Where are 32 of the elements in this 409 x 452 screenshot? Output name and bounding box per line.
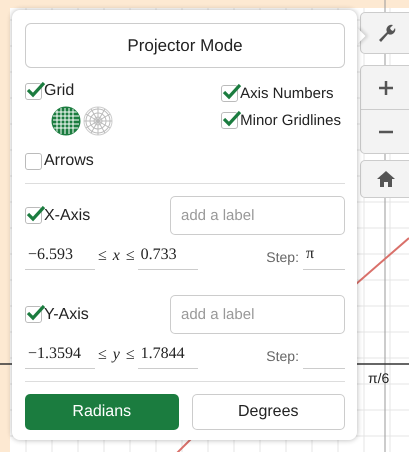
step-label: Step: (265, 348, 300, 366)
step-field[interactable]: π (303, 245, 345, 270)
symbol: ≤ (97, 247, 108, 266)
checkbox-label: Y-Axis (44, 306, 89, 324)
projector-mode-button[interactable]: Projector Mode (25, 23, 345, 68)
symbol: ≤ (124, 247, 136, 266)
checkbox[interactable] (221, 112, 238, 129)
checkbox-label: Arrows (44, 152, 94, 170)
home-icon[interactable] (376, 171, 394, 187)
checkbox[interactable] (25, 152, 42, 170)
checkbox[interactable] (221, 85, 238, 102)
checkbox-label: Axis Numbers (240, 85, 334, 102)
unit-button[interactable]: Degrees (192, 394, 345, 430)
zoom-out-icon[interactable] (378, 130, 392, 134)
symbol: ≤ (97, 346, 108, 365)
label-field[interactable]: add a label (170, 196, 345, 235)
variable: y (110, 346, 121, 365)
zoom-in-icon[interactable] (378, 80, 392, 94)
checkbox-label: Minor Gridlines (240, 112, 341, 129)
min-field[interactable]: −1.3594 (25, 345, 95, 369)
checkbox-label: Grid (44, 82, 74, 100)
grid-icon[interactable] (51, 106, 81, 136)
unit-button[interactable]: Radians (25, 394, 178, 430)
step-label: Step: (265, 249, 300, 267)
symbol: ≤ (124, 346, 136, 365)
variable: x (112, 247, 121, 266)
max-field[interactable]: 1.7844 (138, 345, 198, 369)
label-field[interactable]: add a label (170, 295, 345, 334)
axis-tick-label: π/6 (368, 370, 390, 386)
checkbox-label: X-Axis (44, 206, 90, 224)
min-field[interactable]: −6.593 (25, 246, 95, 270)
max-field[interactable]: 0.733 (138, 246, 198, 270)
